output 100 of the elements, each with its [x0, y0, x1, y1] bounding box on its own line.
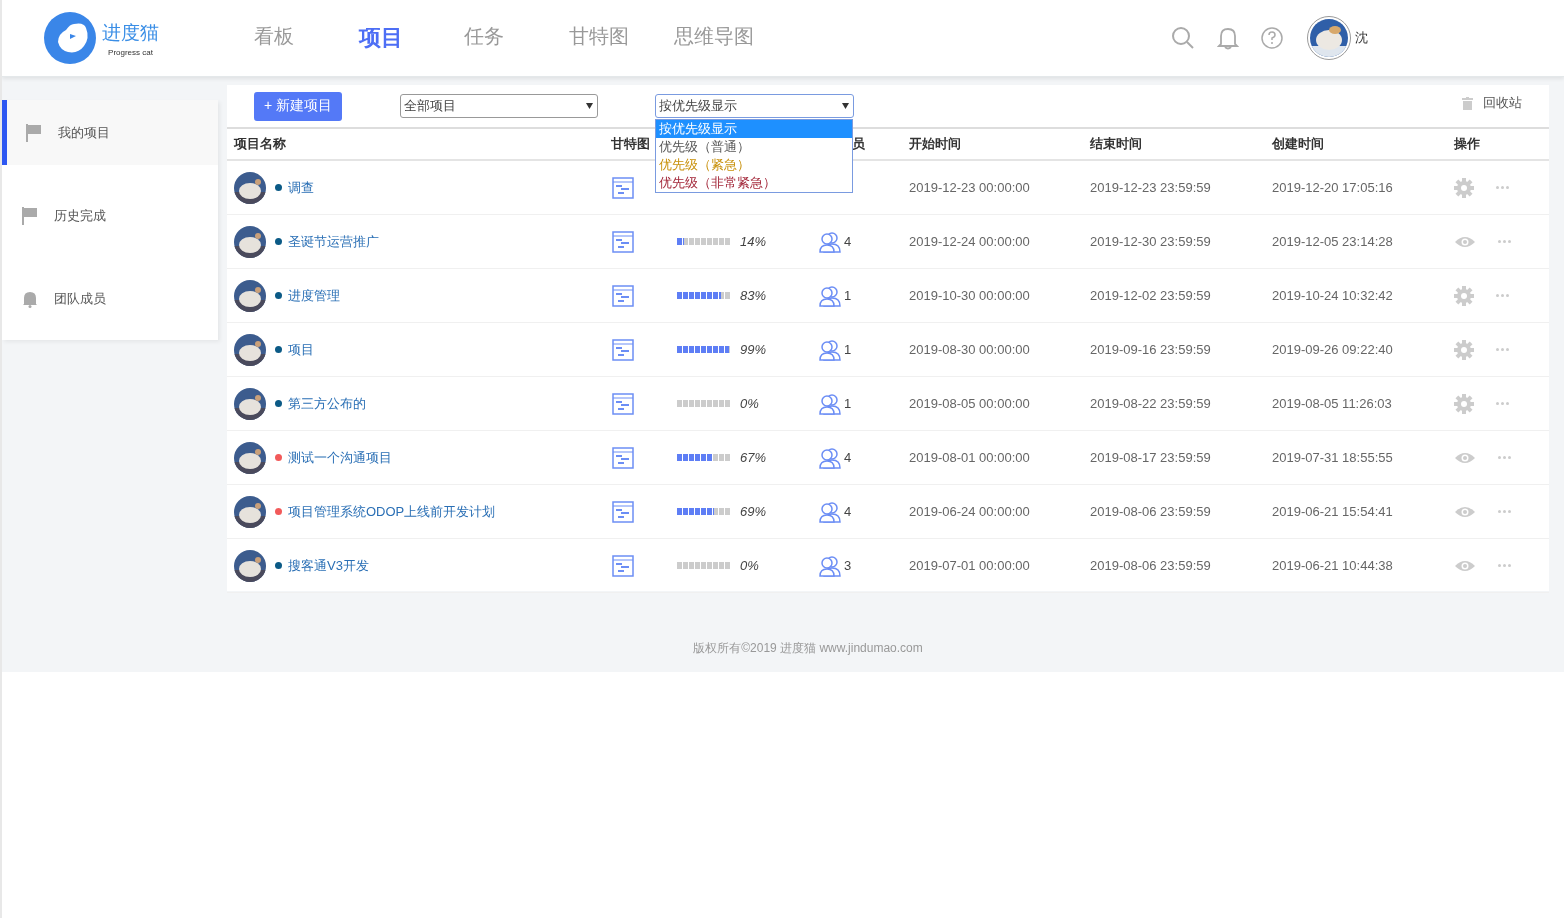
- more-icon[interactable]: [1496, 294, 1509, 297]
- created-time: 2019-07-31 18:55:55: [1272, 450, 1393, 465]
- flag-icon: [26, 123, 42, 142]
- progress-percent: 69%: [740, 504, 767, 519]
- gantt-chart-icon[interactable]: [612, 284, 634, 307]
- more-icon[interactable]: [1498, 240, 1511, 243]
- end-time: 2019-08-17 23:59:59: [1090, 450, 1211, 465]
- settings-icon[interactable]: [1454, 285, 1474, 306]
- people-icon: [819, 554, 841, 577]
- settings-icon[interactable]: [1454, 177, 1474, 198]
- gantt-chart-icon[interactable]: [612, 446, 634, 469]
- end-time: 2019-12-23 23:59:59: [1090, 180, 1211, 195]
- project-name-link[interactable]: 项目管理系统ODOP上线前开发计划: [288, 502, 496, 521]
- progress-bar: [677, 292, 730, 299]
- start-time: 2019-08-01 00:00:00: [909, 450, 1030, 465]
- dropdown-option[interactable]: 优先级（普通）: [656, 138, 852, 156]
- end-time: 2019-08-06 23:59:59: [1090, 558, 1211, 573]
- more-icon[interactable]: [1496, 348, 1509, 351]
- start-time: 2019-08-05 00:00:00: [909, 396, 1030, 411]
- more-icon[interactable]: [1498, 456, 1511, 459]
- people-icon: [819, 392, 841, 415]
- progress-bar: [677, 454, 730, 461]
- progress-bar: [677, 508, 730, 515]
- trash-icon: [1462, 96, 1473, 110]
- caret-icon: [586, 103, 593, 109]
- member-count: 3: [844, 558, 852, 573]
- dropdown-option[interactable]: 优先级（紧急）: [656, 156, 852, 174]
- nav-tab[interactable]: 甘特图: [569, 23, 674, 53]
- gantt-chart-icon[interactable]: [612, 554, 634, 577]
- logo-name: 进度猫: [102, 20, 159, 45]
- project-name-link[interactable]: 圣诞节运营推广: [288, 232, 379, 251]
- project-name-link[interactable]: 搜客通V3开发: [288, 556, 369, 575]
- end-time: 2019-12-30 23:59:59: [1090, 234, 1211, 249]
- nav-tab[interactable]: 任务: [464, 23, 569, 53]
- member-count: 1: [844, 342, 852, 357]
- gantt-chart-icon[interactable]: [612, 500, 634, 523]
- start-time: 2019-07-01 00:00:00: [909, 558, 1030, 573]
- gantt-chart-icon[interactable]: [612, 176, 634, 199]
- more-icon[interactable]: [1498, 564, 1511, 567]
- eye-icon[interactable]: [1454, 558, 1476, 573]
- more-icon[interactable]: [1498, 510, 1511, 513]
- project-name-link[interactable]: 第三方公布的: [288, 394, 366, 413]
- created-time: 2019-09-26 09:22:40: [1272, 342, 1393, 357]
- dropdown-option[interactable]: 优先级（非常紧急）: [656, 174, 852, 192]
- column-header: 创建时间: [1272, 136, 1324, 151]
- eye-icon[interactable]: [1454, 234, 1476, 249]
- progress-bar: [677, 346, 730, 353]
- sidebar-item[interactable]: 我的项目: [2, 100, 218, 165]
- progress-percent: 0%: [740, 558, 759, 573]
- start-time: 2019-12-24 00:00:00: [909, 234, 1030, 249]
- sidebar-item[interactable]: 历史完成: [2, 183, 218, 248]
- settings-icon[interactable]: [1454, 339, 1474, 360]
- column-header: 甘特图: [611, 136, 650, 151]
- dropdown-option[interactable]: 按优先级显示: [656, 120, 852, 138]
- progress-percent: 83%: [740, 288, 767, 303]
- column-header: 结束时间: [1090, 136, 1142, 151]
- people-icon: [819, 230, 841, 253]
- start-time: 2019-10-30 00:00:00: [909, 288, 1030, 303]
- project-name-link[interactable]: 进度管理: [288, 286, 340, 305]
- gantt-chart-icon[interactable]: [612, 338, 634, 361]
- nav-tab[interactable]: 看板: [254, 23, 359, 53]
- sidebar-item[interactable]: 团队成员: [2, 266, 218, 331]
- progress-percent: 14%: [740, 234, 767, 249]
- recycle-bin-link[interactable]: 回收站: [1483, 94, 1522, 112]
- column-header: 员: [852, 136, 865, 151]
- member-count: 1: [844, 288, 852, 303]
- created-time: 2019-10-24 10:32:42: [1272, 288, 1393, 303]
- caret-icon: [842, 103, 849, 109]
- gantt-chart-icon[interactable]: [612, 392, 634, 415]
- created-time: 2019-08-05 11:26:03: [1272, 396, 1392, 411]
- user-name[interactable]: 沈: [1355, 29, 1368, 47]
- end-time: 2019-08-06 23:59:59: [1090, 504, 1211, 519]
- more-icon[interactable]: [1496, 402, 1509, 405]
- progress-percent: 99%: [740, 342, 767, 357]
- search-icon[interactable]: [1171, 26, 1195, 50]
- people-icon: [819, 284, 841, 307]
- settings-icon[interactable]: [1454, 393, 1474, 414]
- created-time: 2019-12-05 23:14:28: [1272, 234, 1393, 249]
- sort-select[interactable]: 按优先级显示: [655, 94, 854, 118]
- flag-icon: [22, 206, 38, 225]
- bell-icon: [22, 289, 38, 308]
- nav-tab[interactable]: 思维导图: [674, 23, 779, 53]
- gantt-chart-icon[interactable]: [612, 230, 634, 253]
- nav-tab[interactable]: 项目: [359, 23, 464, 53]
- column-header: 开始时间: [909, 136, 961, 151]
- start-time: 2019-08-30 00:00:00: [909, 342, 1030, 357]
- new-project-button[interactable]: + 新建项目: [254, 91, 342, 121]
- filter-select[interactable]: 全部项目: [400, 94, 598, 118]
- project-name-link[interactable]: 调查: [288, 178, 314, 197]
- created-time: 2019-06-21 10:44:38: [1272, 558, 1393, 573]
- project-name-link[interactable]: 测试一个沟通项目: [288, 448, 392, 467]
- eye-icon[interactable]: [1454, 504, 1476, 519]
- project-name-link[interactable]: 项目: [288, 340, 314, 359]
- more-icon[interactable]: [1496, 186, 1509, 189]
- eye-icon[interactable]: [1454, 450, 1476, 465]
- help-icon[interactable]: [1261, 27, 1283, 49]
- created-time: 2019-06-21 15:54:41: [1272, 504, 1393, 519]
- end-time: 2019-12-02 23:59:59: [1090, 288, 1211, 303]
- notification-icon[interactable]: [1217, 26, 1239, 50]
- created-time: 2019-12-20 17:05:16: [1272, 180, 1393, 195]
